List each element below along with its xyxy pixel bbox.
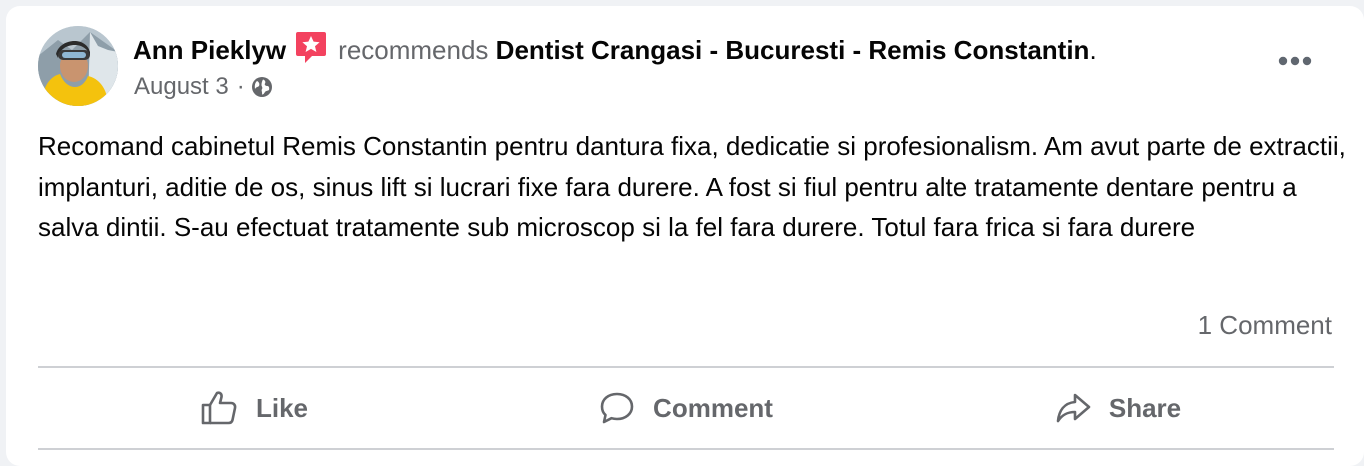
divider: [38, 448, 1334, 450]
share-arrow-icon: [1056, 393, 1091, 423]
recommend-star-icon: [294, 30, 328, 64]
globe-icon[interactable]: [251, 76, 273, 98]
like-label: Like: [255, 392, 309, 423]
meta-separator: ·: [236, 73, 245, 100]
avatar[interactable]: [38, 26, 118, 106]
post-meta: August 3 ·: [134, 72, 273, 102]
post-card: Ann Pieklyw recommends Dentist Crangasi -…: [6, 6, 1364, 466]
comment-button[interactable]: Comment: [470, 370, 902, 446]
post-header: Ann Pieklyw recommends Dentist Crangasi -…: [133, 30, 1097, 67]
avatar-photo: [38, 26, 118, 106]
page-name-period: .: [1089, 35, 1097, 65]
divider: [38, 366, 1334, 368]
thumbs-up-icon: [201, 391, 237, 425]
share-button[interactable]: Share: [902, 370, 1334, 446]
comment-count[interactable]: 1 Comment: [1198, 308, 1332, 342]
comment-label: Comment: [653, 392, 773, 423]
post-body: Recomand cabinetul Remis Constantin pent…: [38, 131, 1346, 242]
author-name[interactable]: Ann Pieklyw: [133, 35, 286, 65]
share-label: Share: [1108, 392, 1182, 423]
more-options-button[interactable]: [1268, 46, 1322, 76]
recommends-text: recommends: [338, 35, 489, 65]
comment-bubble-icon: [600, 392, 634, 424]
post-date[interactable]: August 3: [134, 72, 229, 102]
more-dots-icon: [1278, 56, 1312, 66]
page-name-link[interactable]: Dentist Crangasi - Bucuresti - Remis Con…: [496, 35, 1090, 65]
post-actions: Like Comment Share: [38, 370, 1334, 446]
like-button[interactable]: Like: [38, 370, 470, 446]
